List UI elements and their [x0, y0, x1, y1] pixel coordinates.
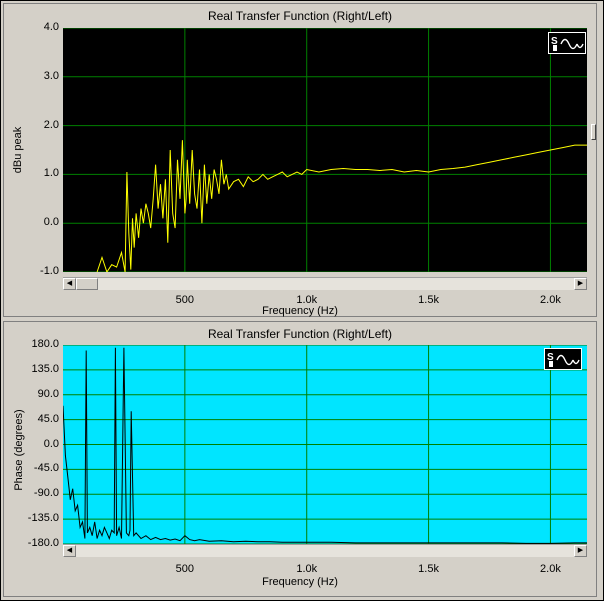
phase-chart-title: Real Transfer Function (Right/Left): [207, 327, 393, 341]
y-tick-label: 4.0: [43, 21, 59, 33]
y-tick-label: 135.0: [31, 362, 59, 375]
x-tick-label: 1.5k: [418, 563, 439, 575]
logo-icon: S: [544, 348, 582, 370]
y-tick-label: 180.0: [31, 338, 59, 350]
phase-scrollbar[interactable]: ◀ ▶: [63, 544, 587, 557]
magnitude-chart-panel: Real Transfer Function (Right/Left) dBu …: [3, 3, 597, 317]
scroll-right-icon[interactable]: ▶: [574, 545, 587, 557]
y-tick-label: 2.0: [43, 118, 59, 131]
logo-icon: S: [548, 32, 586, 54]
scroll-left-icon[interactable]: ◀: [63, 278, 76, 290]
phase-plot-area[interactable]: [63, 345, 587, 544]
magnitude-plot-area[interactable]: [63, 28, 587, 272]
magnitude-chart-title: Real Transfer Function (Right/Left): [207, 9, 393, 23]
y-tick-label: 0.0: [43, 216, 59, 229]
phase-x-axis-label: Frequency (Hz): [262, 576, 338, 588]
y-tick-label: -180.0: [27, 537, 59, 549]
y-tick-label: -45.0: [33, 462, 59, 475]
y-tick-label: -90.0: [33, 487, 59, 500]
magnitude-x-axis-label: Frequency (Hz): [262, 305, 338, 317]
y-tick-label: -1.0: [40, 265, 59, 277]
resize-handle[interactable]: [591, 124, 596, 140]
y-tick-label: 3.0: [43, 69, 59, 82]
x-tick-label: 500: [175, 563, 195, 575]
scroll-left-icon[interactable]: ◀: [63, 545, 76, 557]
y-tick-label: 1.0: [43, 167, 59, 180]
y-tick-label: -135.0: [27, 512, 59, 525]
y-tick-label: 90.0: [37, 387, 59, 400]
scrollbar-thumb[interactable]: [76, 278, 98, 290]
x-tick-label: 2.0k: [540, 563, 561, 575]
x-tick-label: 1.0k: [296, 563, 318, 575]
y-tick-label: 45.0: [37, 412, 59, 425]
phase-chart-panel: Real Transfer Function (Right/Left) Phas…: [3, 321, 597, 597]
magnitude-scrollbar[interactable]: ◀ ▶: [63, 277, 587, 290]
plot-background: [63, 28, 587, 272]
scroll-right-icon[interactable]: ▶: [574, 278, 587, 290]
y-tick-label: 0.0: [43, 437, 59, 450]
